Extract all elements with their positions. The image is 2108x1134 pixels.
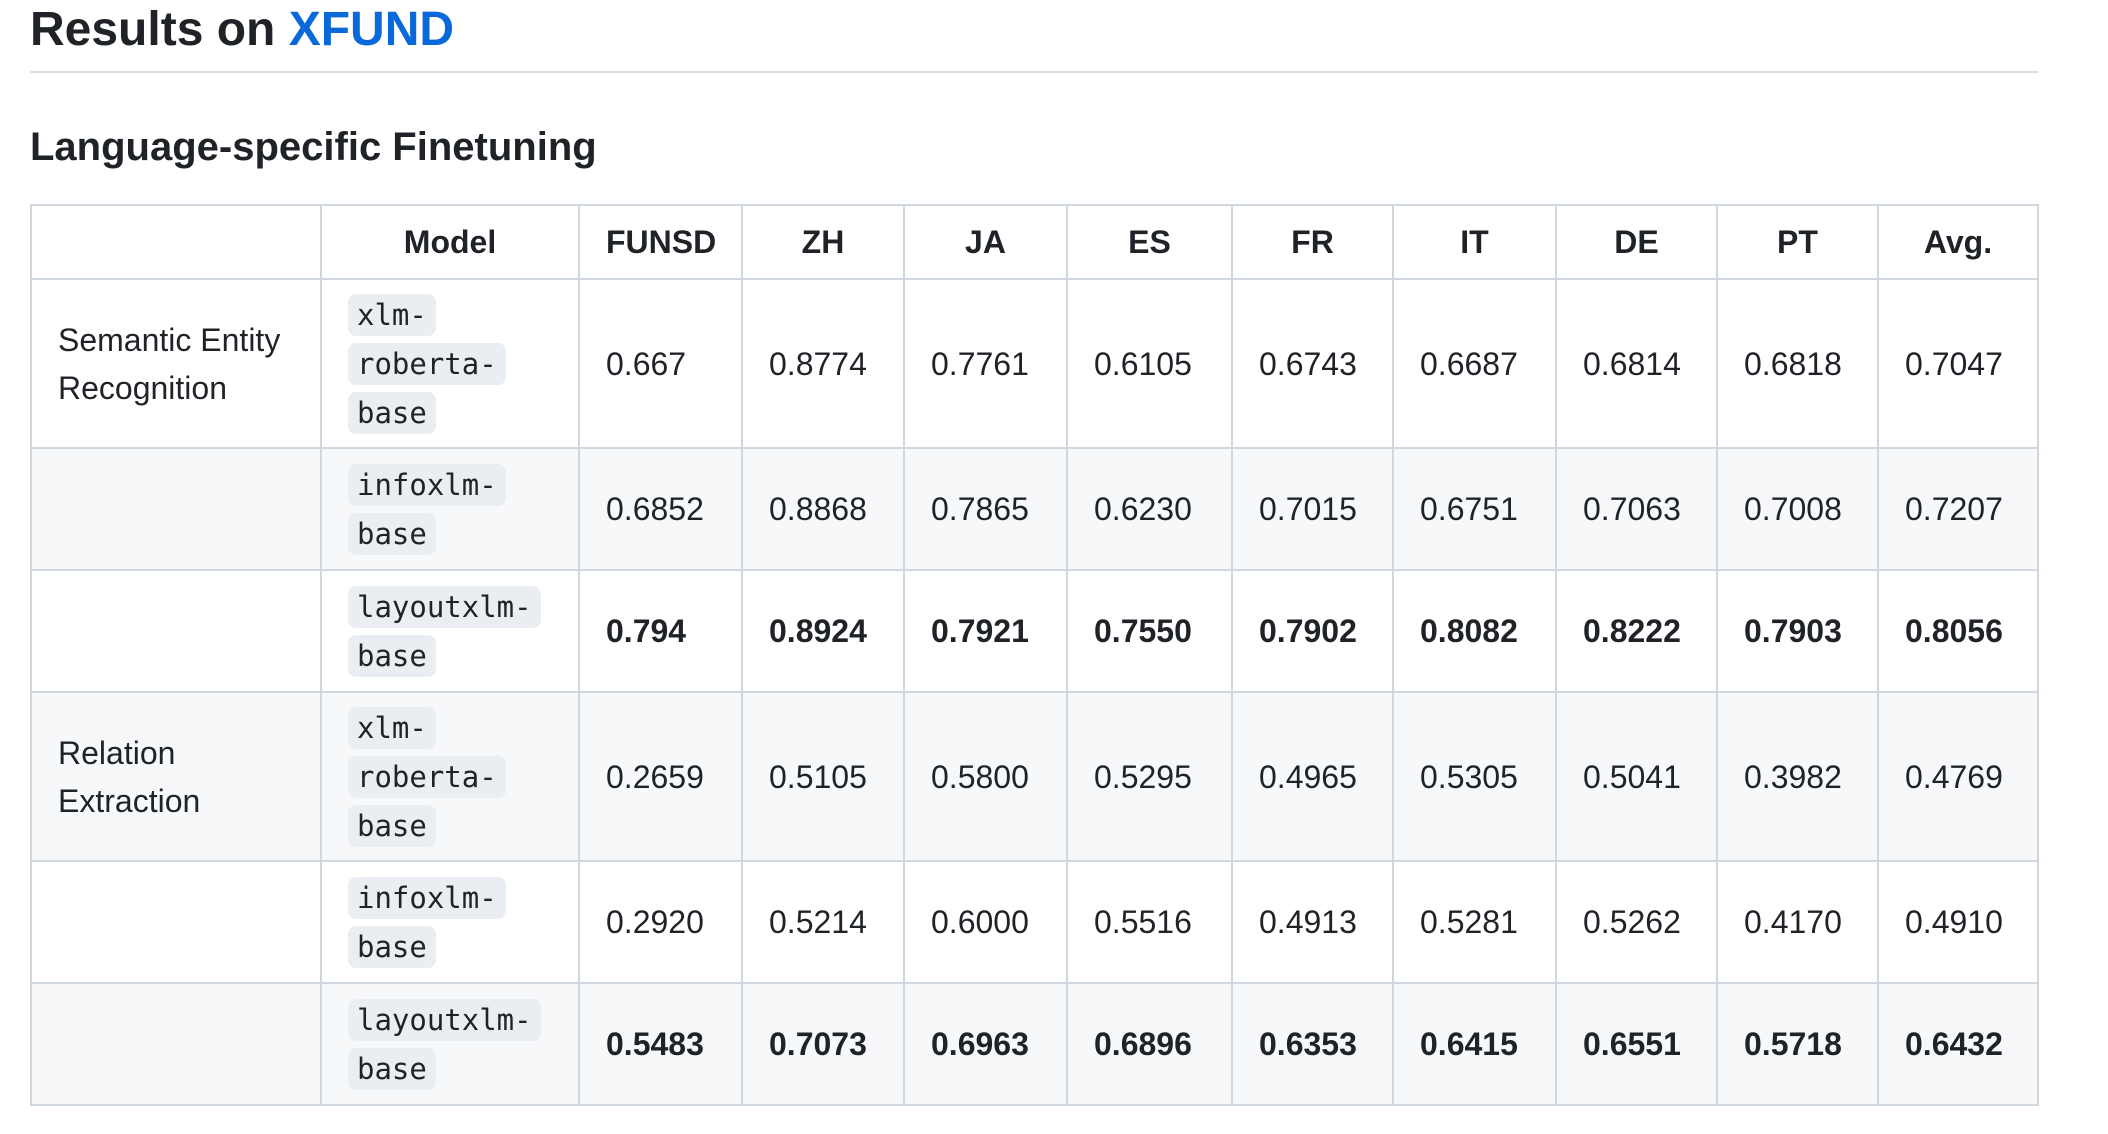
table-row: layoutxlm-base 0.794 0.8924 0.7921 0.755… xyxy=(30,569,2039,693)
score-cell: 0.8222 xyxy=(1555,569,1718,693)
score-cell: 0.4965 xyxy=(1231,691,1394,862)
header-model: Model xyxy=(320,204,580,280)
table-row: Semantic Entity Recognition xlm-roberta-… xyxy=(30,278,2039,449)
model-cell: xlm-roberta-base xyxy=(320,278,580,449)
results-heading-prefix: Results on xyxy=(30,3,289,56)
readme-section: Results on XFUND Language-specific Finet… xyxy=(0,0,2108,1134)
header-fr: FR xyxy=(1231,204,1394,280)
score-cell: 0.5262 xyxy=(1555,860,1718,984)
score-cell: 0.7047 xyxy=(1877,278,2039,449)
score-cell: 0.4910 xyxy=(1877,860,2039,984)
score-cell: 0.8082 xyxy=(1392,569,1557,693)
table-row: infoxlm-base 0.6852 0.8868 0.7865 0.6230… xyxy=(30,447,2039,571)
header-pt: PT xyxy=(1716,204,1879,280)
table-row: layoutxlm-base 0.5483 0.7073 0.6963 0.68… xyxy=(30,982,2039,1106)
score-cell: 0.6896 xyxy=(1066,982,1233,1106)
model-cell: infoxlm-base xyxy=(320,860,580,984)
score-cell: 0.2659 xyxy=(578,691,743,862)
model-name: xlm-roberta-base xyxy=(348,294,506,434)
score-cell: 0.6551 xyxy=(1555,982,1718,1106)
score-cell: 0.6818 xyxy=(1716,278,1879,449)
score-cell: 0.667 xyxy=(578,278,743,449)
score-cell: 0.7015 xyxy=(1231,447,1394,571)
score-cell: 0.2920 xyxy=(578,860,743,984)
score-cell: 0.5483 xyxy=(578,982,743,1106)
score-cell: 0.7063 xyxy=(1555,447,1718,571)
score-cell: 0.5214 xyxy=(741,860,905,984)
header-it: IT xyxy=(1392,204,1557,280)
model-name: layoutxlm-base xyxy=(348,999,541,1090)
score-cell: 0.6814 xyxy=(1555,278,1718,449)
subheading: Language-specific Finetuning xyxy=(30,125,597,169)
score-cell: 0.7761 xyxy=(903,278,1068,449)
model-name: infoxlm-base xyxy=(348,464,506,555)
model-name: xlm-roberta-base xyxy=(348,707,506,847)
header-task xyxy=(30,204,322,280)
header-zh: ZH xyxy=(741,204,905,280)
score-cell: 0.794 xyxy=(578,569,743,693)
header-ja: JA xyxy=(903,204,1068,280)
score-cell: 0.5718 xyxy=(1716,982,1879,1106)
header-avg: Avg. xyxy=(1877,204,2039,280)
task-cell: Relation Extraction xyxy=(30,691,322,862)
xfund-link[interactable]: XFUND xyxy=(289,3,454,56)
score-cell: 0.5305 xyxy=(1392,691,1557,862)
score-cell: 0.7073 xyxy=(741,982,905,1106)
task-cell xyxy=(30,447,322,571)
model-cell: infoxlm-base xyxy=(320,447,580,571)
task-cell: Semantic Entity Recognition xyxy=(30,278,322,449)
score-cell: 0.4913 xyxy=(1231,860,1394,984)
heading-divider xyxy=(30,71,2038,73)
table-row: infoxlm-base 0.2920 0.5214 0.6000 0.5516… xyxy=(30,860,2039,984)
score-cell: 0.7008 xyxy=(1716,447,1879,571)
score-cell: 0.6743 xyxy=(1231,278,1394,449)
score-cell: 0.7902 xyxy=(1231,569,1394,693)
score-cell: 0.8924 xyxy=(741,569,905,693)
model-cell: layoutxlm-base xyxy=(320,569,580,693)
score-cell: 0.5281 xyxy=(1392,860,1557,984)
score-cell: 0.6105 xyxy=(1066,278,1233,449)
task-cell xyxy=(30,982,322,1106)
score-cell: 0.5105 xyxy=(741,691,905,862)
results-heading: Results on XFUND xyxy=(30,4,454,56)
score-cell: 0.6963 xyxy=(903,982,1068,1106)
score-cell: 0.3982 xyxy=(1716,691,1879,862)
score-cell: 0.7865 xyxy=(903,447,1068,571)
table-header-row: Model FUNSD ZH JA ES FR IT DE PT Avg. xyxy=(30,204,2039,280)
score-cell: 0.6687 xyxy=(1392,278,1557,449)
score-cell: 0.8056 xyxy=(1877,569,2039,693)
model-cell: xlm-roberta-base xyxy=(320,691,580,862)
score-cell: 0.6852 xyxy=(578,447,743,571)
table-row: Relation Extraction xlm-roberta-base 0.2… xyxy=(30,691,2039,862)
task-cell xyxy=(30,569,322,693)
score-cell: 0.7207 xyxy=(1877,447,2039,571)
task-cell xyxy=(30,860,322,984)
score-cell: 0.6432 xyxy=(1877,982,2039,1106)
score-cell: 0.6000 xyxy=(903,860,1068,984)
score-cell: 0.8774 xyxy=(741,278,905,449)
score-cell: 0.7550 xyxy=(1066,569,1233,693)
header-de: DE xyxy=(1555,204,1718,280)
score-cell: 0.5800 xyxy=(903,691,1068,862)
score-cell: 0.6751 xyxy=(1392,447,1557,571)
score-cell: 0.7921 xyxy=(903,569,1068,693)
score-cell: 0.6230 xyxy=(1066,447,1233,571)
score-cell: 0.6353 xyxy=(1231,982,1394,1106)
score-cell: 0.5516 xyxy=(1066,860,1233,984)
score-cell: 0.5041 xyxy=(1555,691,1718,862)
score-cell: 0.5295 xyxy=(1066,691,1233,862)
score-cell: 0.4769 xyxy=(1877,691,2039,862)
score-cell: 0.4170 xyxy=(1716,860,1879,984)
model-name: layoutxlm-base xyxy=(348,586,541,677)
score-cell: 0.6415 xyxy=(1392,982,1557,1106)
score-cell: 0.8868 xyxy=(741,447,905,571)
header-es: ES xyxy=(1066,204,1233,280)
model-cell: layoutxlm-base xyxy=(320,982,580,1106)
header-funsd: FUNSD xyxy=(578,204,743,280)
score-cell: 0.7903 xyxy=(1716,569,1879,693)
model-name: infoxlm-base xyxy=(348,877,506,968)
results-table: Model FUNSD ZH JA ES FR IT DE PT Avg. Se… xyxy=(30,204,2039,1106)
